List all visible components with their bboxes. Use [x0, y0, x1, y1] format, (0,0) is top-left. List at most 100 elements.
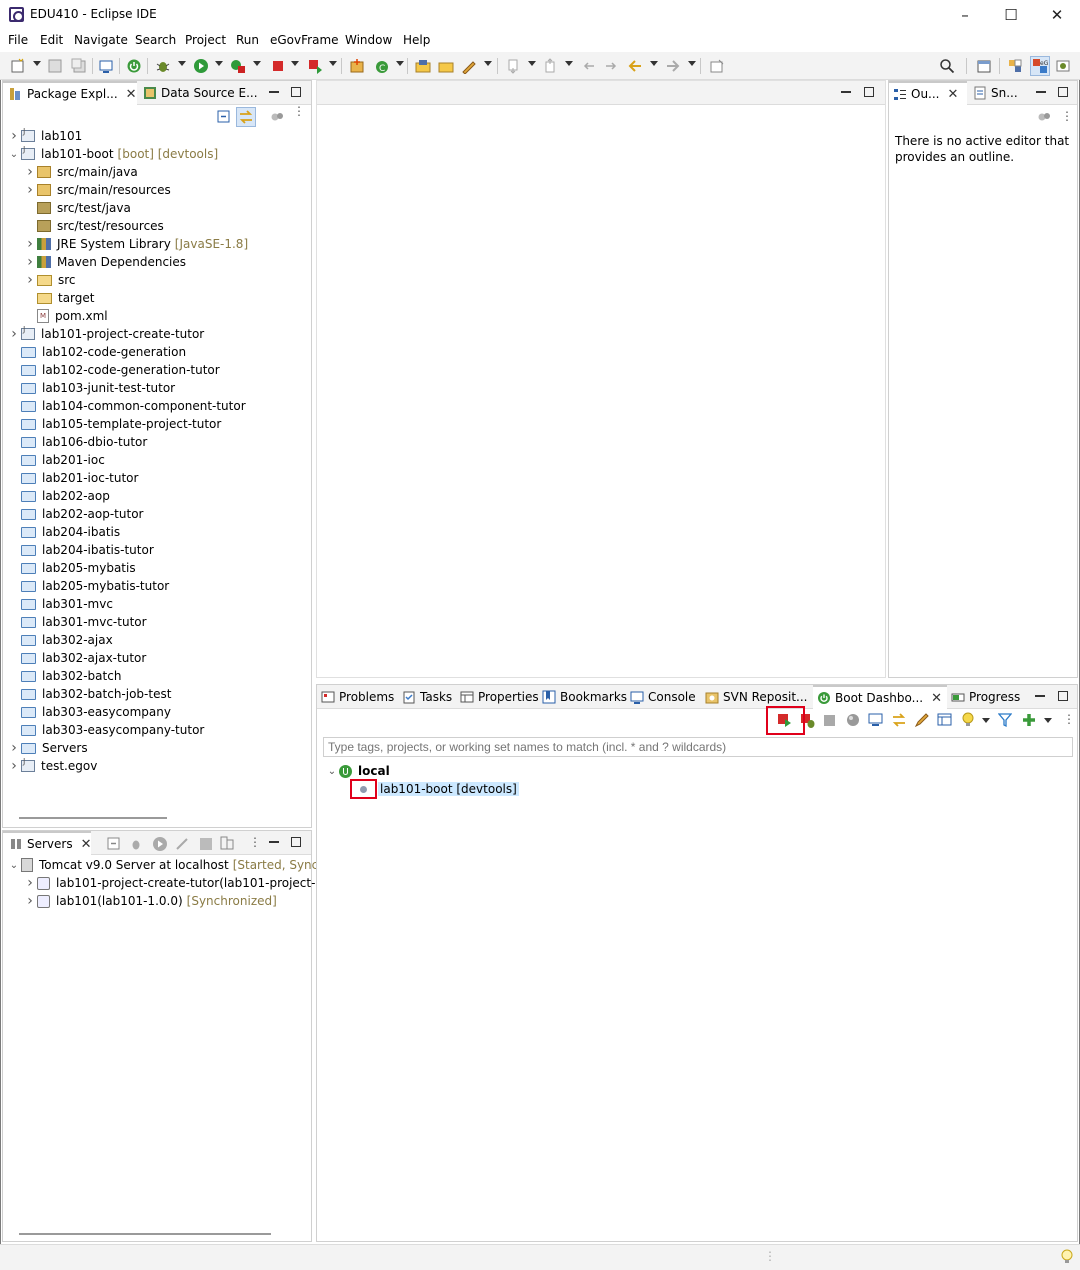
expand-icon[interactable]: ›: [9, 128, 19, 144]
close-tab-icon[interactable]: ✕: [126, 87, 137, 102]
view-menu-icon[interactable]: ⋮: [249, 835, 261, 849]
forward-dropdown-icon[interactable]: [688, 61, 696, 66]
tab-problems[interactable]: Problems: [321, 685, 394, 709]
next-annotation-dropdown-icon[interactable]: [528, 61, 536, 66]
close-tab-icon[interactable]: ✕: [931, 691, 942, 706]
open-perspective-icon[interactable]: [975, 57, 993, 75]
terminate-dropdown-icon[interactable]: [291, 61, 299, 66]
minimize-view-icon[interactable]: [1036, 91, 1046, 93]
tab-package-explorer[interactable]: Package Expl... ✕: [3, 81, 137, 105]
maximize-view-icon[interactable]: [291, 837, 301, 847]
save-all-icon[interactable]: [70, 57, 88, 75]
menu-search[interactable]: Search: [135, 33, 176, 47]
pin-editor-icon[interactable]: [708, 57, 726, 75]
tree-row-local[interactable]: ⌄ local: [327, 762, 390, 780]
lightbulb-icon[interactable]: [961, 712, 975, 728]
tree-row[interactable]: lab104-common-component-tutor: [9, 397, 246, 415]
tab-snippets[interactable]: Sn...: [971, 81, 1025, 105]
tree-row[interactable]: lab205-mybatis-tutor: [9, 577, 169, 595]
open-browser-icon[interactable]: [846, 713, 860, 727]
coverage-dropdown-icon[interactable]: [253, 61, 261, 66]
expand-icon[interactable]: ›: [25, 875, 35, 891]
add-icon[interactable]: [1021, 712, 1037, 728]
coverage-icon[interactable]: [229, 57, 247, 75]
tab-boot-dashboard[interactable]: Boot Dashbo... ✕: [813, 685, 947, 709]
tree-row[interactable]: src/test/resources: [25, 217, 164, 235]
boot-dashboard-filter-input[interactable]: [323, 737, 1073, 757]
expand-icon[interactable]: ›: [9, 326, 19, 342]
tree-row[interactable]: lab102-code-generation-tutor: [9, 361, 220, 379]
new-class-dropdown-icon[interactable]: [396, 61, 404, 66]
tree-row[interactable]: › lab101(lab101-1.0.0) [Synchronized]: [25, 892, 277, 910]
forward-icon[interactable]: [664, 57, 682, 75]
run-dropdown-icon[interactable]: [215, 61, 223, 66]
save-icon[interactable]: [46, 57, 64, 75]
properties-view-icon[interactable]: [937, 713, 953, 727]
tab-bookmarks[interactable]: Bookmarks: [542, 685, 627, 709]
back-icon[interactable]: [626, 57, 644, 75]
tree-row[interactable]: lab201-ioc-tutor: [9, 469, 138, 487]
open-console-icon[interactable]: [868, 713, 884, 727]
expand-icon[interactable]: ›: [25, 254, 35, 270]
tree-row[interactable]: › Servers: [9, 739, 87, 757]
collapse-icon[interactable]: ⌄: [9, 149, 19, 160]
tree-row[interactable]: lab202-aop-tutor: [9, 505, 143, 523]
menu-project[interactable]: Project: [185, 33, 226, 47]
open-type-icon[interactable]: [414, 57, 432, 75]
collapse-all-icon[interactable]: [217, 110, 231, 124]
tree-row[interactable]: lab204-ibatis: [9, 523, 120, 541]
previous-annotation-icon[interactable]: [542, 57, 560, 75]
tree-row[interactable]: › test.egov: [9, 757, 97, 775]
last-edit-location-icon[interactable]: [580, 57, 598, 75]
egov-perspective-icon[interactable]: eG: [1030, 56, 1050, 76]
run-icon[interactable]: [192, 57, 210, 75]
start-server-icon[interactable]: [152, 836, 168, 852]
tree-row[interactable]: lab204-ibatis-tutor: [9, 541, 154, 559]
tree-row[interactable]: › lab101: [9, 127, 82, 145]
tab-tasks[interactable]: Tasks: [402, 685, 452, 709]
back-dropdown-icon[interactable]: [650, 61, 658, 66]
tree-row[interactable]: lab103-junit-test-tutor: [9, 379, 175, 397]
expand-icon[interactable]: ›: [25, 893, 35, 909]
debug-perspective-icon[interactable]: [1054, 57, 1072, 75]
view-menu-icon[interactable]: ⋮: [1061, 109, 1073, 123]
minimize-button[interactable]: –: [942, 0, 988, 30]
profile-server-icon[interactable]: [175, 837, 189, 851]
maximize-view-icon[interactable]: [291, 87, 301, 97]
menu-edit[interactable]: Edit: [40, 33, 63, 47]
view-menu-icon[interactable]: ⋮: [293, 105, 305, 125]
maximize-view-icon[interactable]: [864, 87, 874, 97]
maximize-view-icon[interactable]: [1058, 691, 1068, 701]
tree-row[interactable]: src/test/java: [25, 199, 131, 217]
expand-icon[interactable]: ›: [9, 758, 19, 774]
focus-on-active-task-icon[interactable]: [270, 110, 284, 124]
menu-run[interactable]: Run: [236, 33, 259, 47]
tree-row[interactable]: lab202-aop: [9, 487, 110, 505]
new-dropdown-icon[interactable]: [33, 61, 41, 66]
expand-icon[interactable]: ⌄: [327, 766, 337, 777]
forward-edit-icon[interactable]: [602, 57, 620, 75]
expand-icon[interactable]: ›: [25, 164, 35, 180]
tree-row[interactable]: ⌄ Tomcat v9.0 Server at localhost [Started…: [9, 856, 338, 874]
tab-servers[interactable]: Servers ✕: [3, 831, 92, 855]
horizontal-scrollbar[interactable]: [19, 817, 167, 819]
minimize-view-icon[interactable]: [841, 91, 851, 93]
search-icon[interactable]: [938, 57, 956, 75]
expand-icon[interactable]: ›: [25, 236, 35, 252]
tree-row[interactable]: › src: [25, 271, 75, 289]
open-folder-icon[interactable]: [437, 57, 455, 75]
stop-server-icon[interactable]: [200, 838, 212, 850]
tree-row[interactable]: lab301-mvc: [9, 595, 113, 613]
expand-icon[interactable]: ›: [25, 182, 35, 198]
external-tools-dropdown-icon[interactable]: [329, 61, 337, 66]
tree-row[interactable]: lab205-mybatis: [9, 559, 136, 577]
open-task-dropdown-icon[interactable]: [484, 61, 492, 66]
tree-row[interactable]: › JRE System Library [JavaSE-1.8]: [25, 235, 248, 253]
tree-row[interactable]: lab302-ajax: [9, 631, 113, 649]
lightbulb-dropdown-icon[interactable]: [982, 718, 990, 723]
link-with-console-icon[interactable]: [891, 712, 907, 728]
menu-help[interactable]: Help: [403, 33, 430, 47]
close-button[interactable]: ✕: [1034, 0, 1080, 30]
tree-row[interactable]: lab201-ioc: [9, 451, 105, 469]
console-icon[interactable]: [97, 57, 115, 75]
